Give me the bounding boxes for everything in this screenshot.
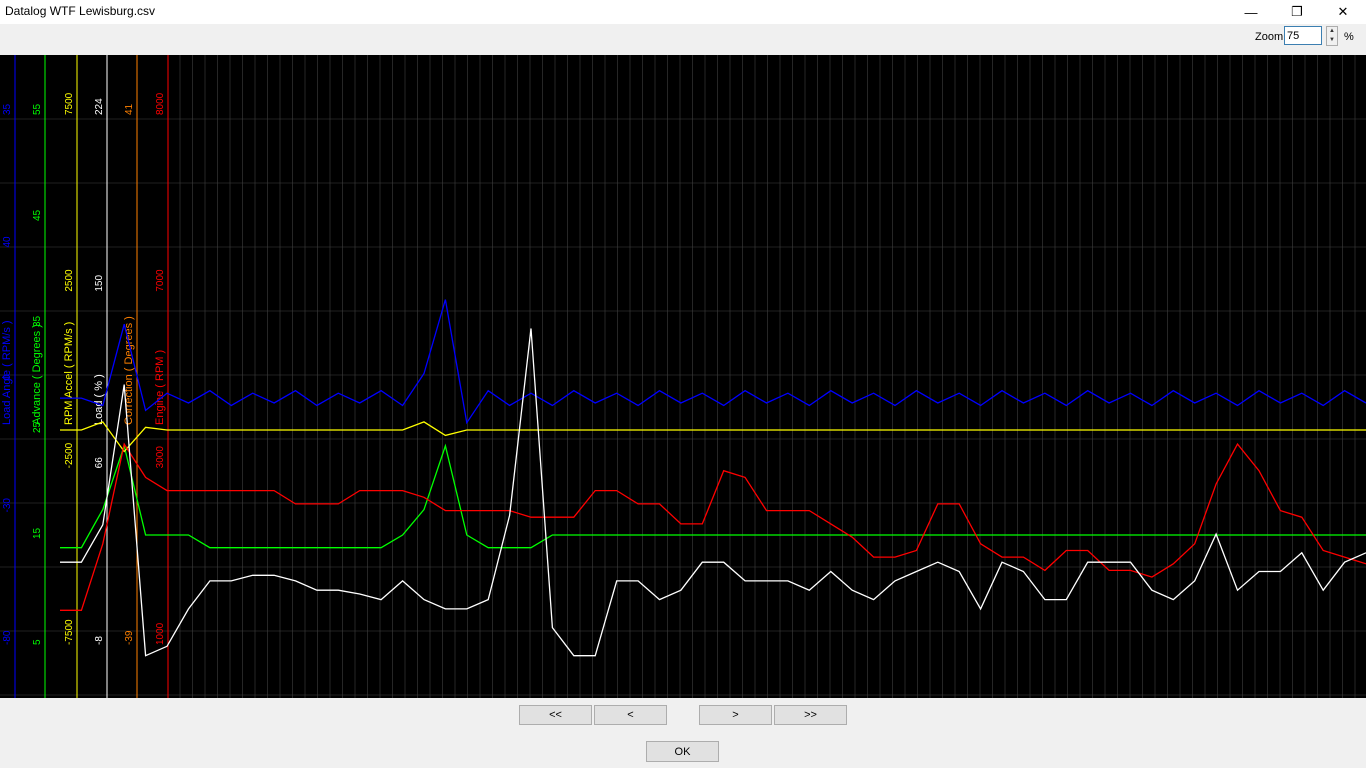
axis-tick-label: -80 (2, 630, 13, 645)
title-bar: Datalog WTF Lewisburg.csv — ❐ ✕ (0, 0, 1366, 24)
window-title: Datalog WTF Lewisburg.csv (5, 4, 156, 18)
minimize-icon: — (1244, 4, 1258, 20)
axis-tick-label: 2500 (64, 269, 75, 292)
axis-title: RPM Accel ( RPM/s ) (63, 322, 75, 425)
axis-tick-label: 55 (32, 103, 43, 115)
series-line (60, 442, 1366, 611)
axis-tick-label: 40 (2, 236, 13, 248)
axis-tick-label: 7000 (155, 269, 166, 292)
axis-title: Engine ( RPM ) (154, 350, 166, 425)
axis-tick-label: 224 (94, 98, 105, 115)
axis-tick-label: 15 (32, 527, 43, 539)
prev-page-button[interactable]: < (594, 705, 667, 725)
zoom-label: Zoom (1255, 31, 1284, 43)
zoom-spinner[interactable]: ▲ ▼ (1326, 26, 1338, 46)
close-button[interactable]: ✕ (1320, 0, 1366, 24)
axis-tick-label: -7500 (64, 619, 75, 645)
zoom-unit: % (1344, 31, 1354, 43)
zoom-input[interactable] (1284, 26, 1322, 45)
axis-tick-label: 66 (94, 457, 105, 469)
axis-tick-label: -8 (94, 636, 105, 645)
axis-title: Advance ( Degrees ) (31, 324, 43, 425)
spin-down-icon[interactable]: ▼ (1327, 36, 1337, 45)
axis-tick-label: 35 (2, 103, 13, 115)
axis-tick-label: 45 (32, 209, 43, 221)
axis-title: Load ( % ) (93, 374, 105, 425)
axis-tick-label: 3000 (155, 446, 166, 469)
series-line (60, 421, 1366, 453)
axis-tick-label: -2500 (64, 442, 75, 468)
axis-tick-label: 7500 (64, 92, 75, 115)
axis-tick-label: 41 (124, 103, 135, 115)
datalog-plot[interactable]: 35 40 0 -30 -80 Load Angle ( RPM/s ) 55 45 35 25 1… (0, 55, 1366, 698)
axis-title: Load Angle ( RPM/s ) (1, 320, 13, 425)
next-page-button[interactable]: > (699, 705, 772, 725)
restore-button[interactable]: ❐ (1274, 0, 1320, 24)
axis-tick-label: 8000 (155, 92, 166, 115)
spin-up-icon[interactable]: ▲ (1327, 27, 1337, 36)
series-line (60, 328, 1366, 657)
restore-icon: ❐ (1291, 4, 1303, 19)
axis-tick-label: -39 (124, 630, 135, 645)
ok-button[interactable]: OK (646, 741, 719, 762)
plot-svg: 35400-30-80Load Angle ( RPM/s )554535251… (0, 55, 1366, 698)
axis-tick-label: 5 (32, 639, 43, 645)
axis-tick-label: -30 (2, 498, 13, 513)
first-page-button[interactable]: << (519, 705, 592, 725)
series-line (60, 299, 1366, 425)
axis-title: Correction ( Degrees ) (123, 316, 135, 425)
close-icon: ✕ (1337, 4, 1349, 19)
minimize-button[interactable]: — (1228, 0, 1274, 24)
axis-tick-label: 150 (94, 275, 105, 292)
last-page-button[interactable]: >> (774, 705, 847, 725)
axis-tick-label: 1000 (155, 622, 166, 645)
